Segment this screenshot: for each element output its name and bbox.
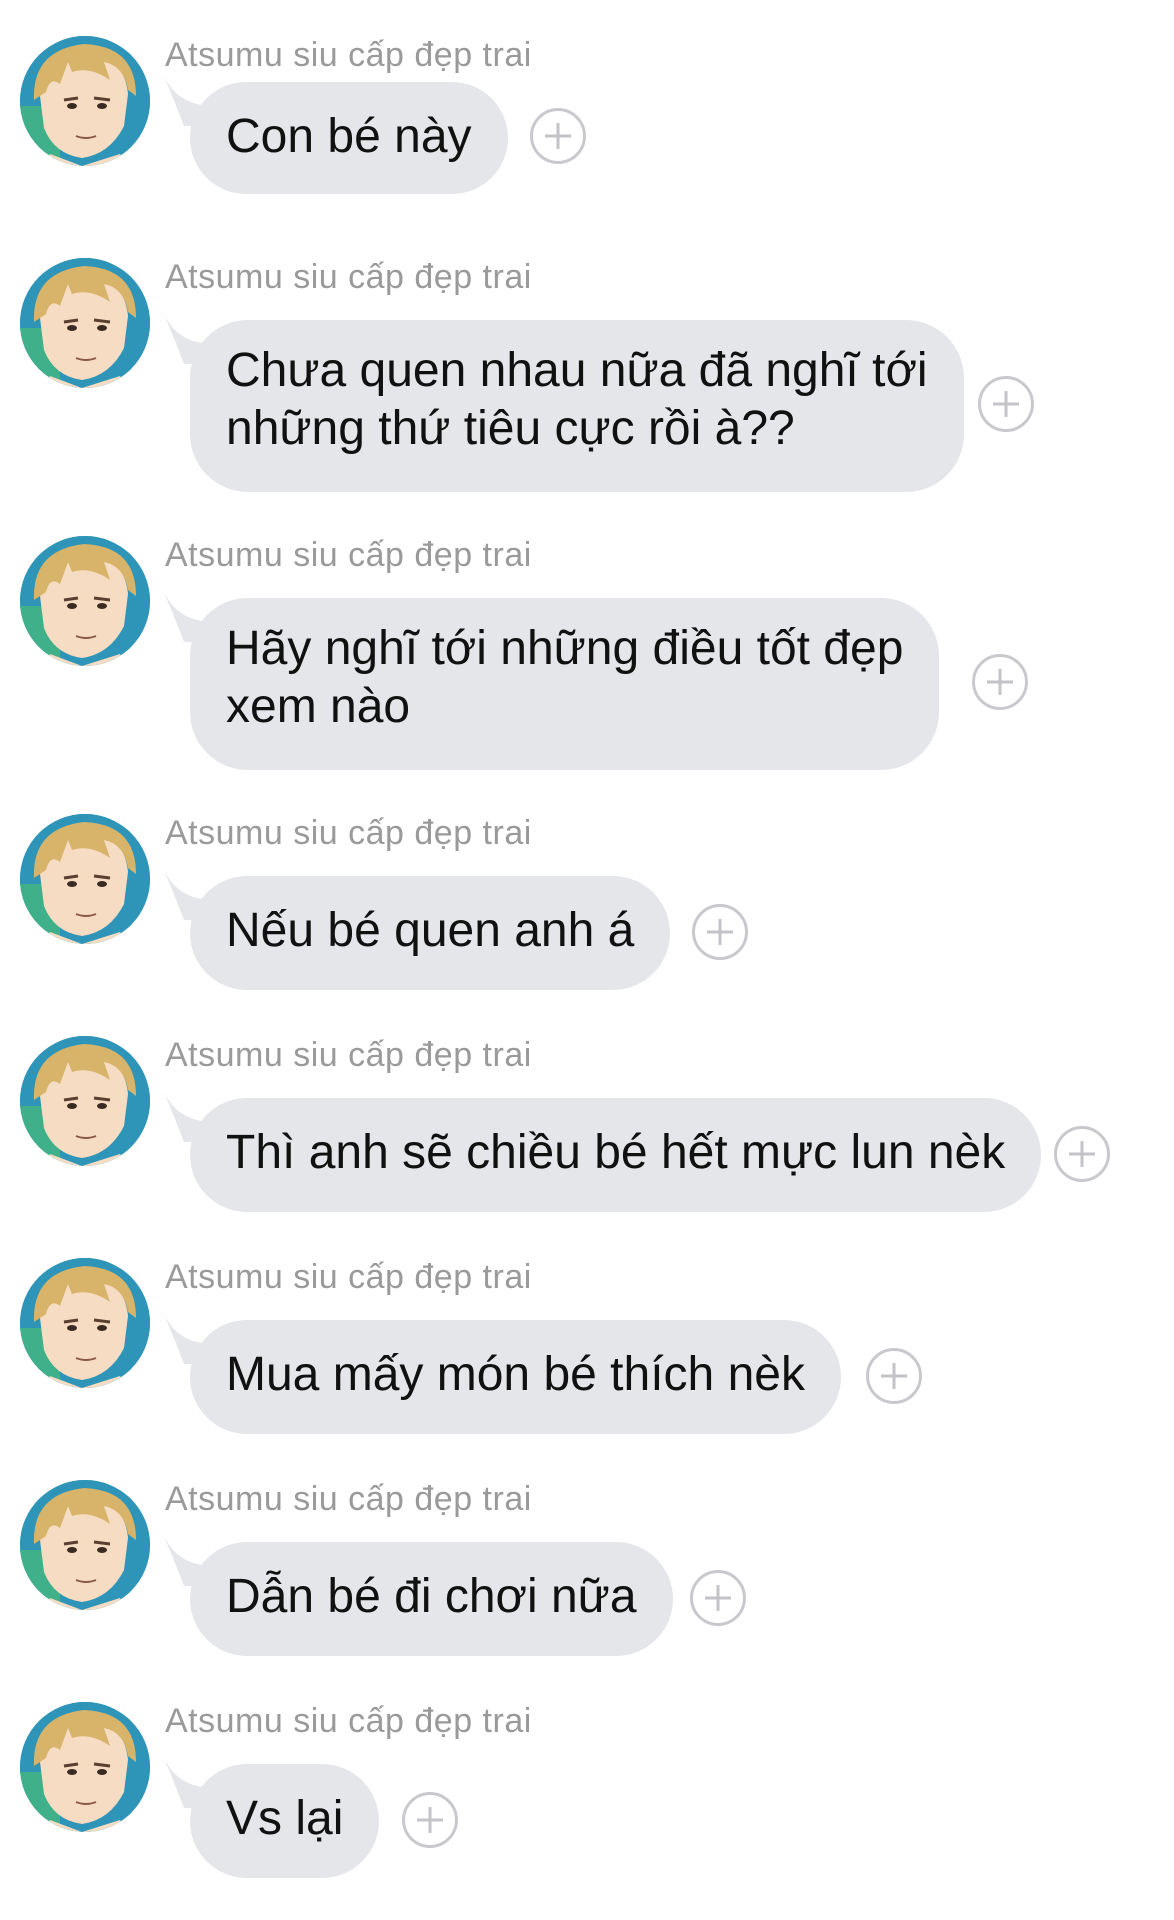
add-reaction-icon[interactable] (1054, 1126, 1110, 1182)
add-reaction-icon[interactable] (972, 654, 1028, 710)
user-avatar[interactable] (20, 258, 150, 388)
add-reaction-icon[interactable] (530, 108, 586, 164)
sender-name: Atsumu siu cấp đẹp trai (165, 258, 532, 296)
avatar-image (20, 1702, 150, 1832)
add-reaction-icon[interactable] (692, 904, 748, 960)
message-bubble[interactable]: Hãy nghĩ tới những điều tốt đẹp xem nào (190, 598, 940, 770)
message-bubble[interactable]: Dẫn bé đi chơi nữa (190, 1542, 673, 1656)
message-bubble[interactable]: Vs lại (190, 1764, 380, 1878)
message-bubble[interactable]: Nếu bé quen anh á (190, 876, 671, 990)
sender-name: Atsumu siu cấp đẹp trai (165, 536, 532, 574)
avatar-image (20, 258, 150, 388)
message-bubble[interactable]: Chưa quen nhau nữa đã nghĩ tới những thứ… (190, 320, 964, 492)
message-bubble[interactable]: Thì anh sẽ chiều bé hết mực lun nèk (190, 1098, 1042, 1212)
avatar-image (20, 814, 150, 944)
avatar-image (20, 536, 150, 666)
add-reaction-icon[interactable] (866, 1348, 922, 1404)
avatar-image (20, 1480, 150, 1610)
user-avatar[interactable] (20, 1258, 150, 1388)
sender-name: Atsumu siu cấp đẹp trai (165, 1702, 532, 1740)
add-reaction-icon[interactable] (690, 1570, 746, 1626)
user-avatar[interactable] (20, 536, 150, 666)
user-avatar[interactable] (20, 1480, 150, 1610)
avatar-image (20, 1036, 150, 1166)
message-bubble[interactable]: Con bé này (190, 82, 508, 194)
sender-name: Atsumu siu cấp đẹp trai (165, 1036, 532, 1074)
add-reaction-icon[interactable] (402, 1792, 458, 1848)
user-avatar[interactable] (20, 814, 150, 944)
user-avatar[interactable] (20, 1036, 150, 1166)
avatar-image (20, 1258, 150, 1388)
add-reaction-icon[interactable] (978, 376, 1034, 432)
chat-message-list: Atsumu siu cấp đẹp trai Con bé này Atsum… (0, 0, 1174, 1920)
sender-name: Atsumu siu cấp đẹp trai (165, 36, 532, 74)
sender-name: Atsumu siu cấp đẹp trai (165, 1480, 532, 1518)
sender-name: Atsumu siu cấp đẹp trai (165, 1258, 532, 1296)
user-avatar[interactable] (20, 1702, 150, 1832)
avatar-image (20, 36, 150, 166)
message-bubble[interactable]: Mua mấy món bé thích nèk (190, 1320, 841, 1434)
sender-name: Atsumu siu cấp đẹp trai (165, 814, 532, 852)
user-avatar[interactable] (20, 36, 150, 166)
